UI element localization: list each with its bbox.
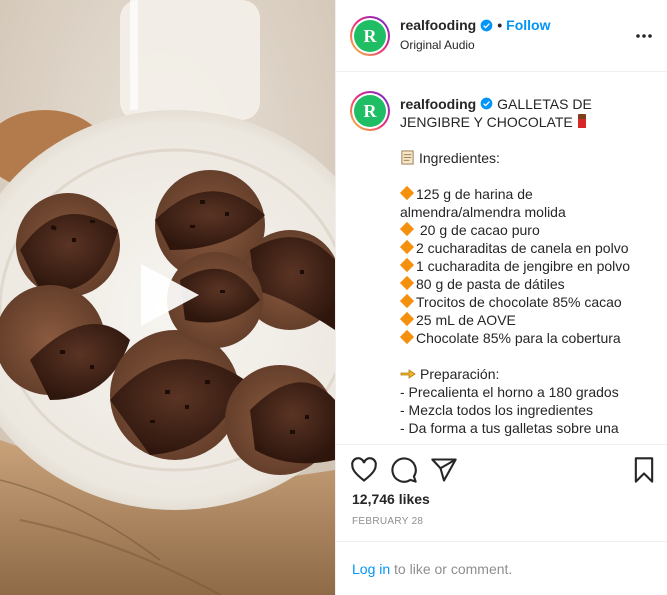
login-bar: Log in to like or comment.	[336, 541, 667, 595]
play-button[interactable]	[137, 262, 201, 328]
action-bar	[336, 446, 667, 496]
orange-diamond-icon	[399, 221, 415, 237]
username[interactable]: realfooding	[400, 17, 476, 33]
share-icon[interactable]	[430, 456, 458, 484]
orange-diamond-icon	[399, 275, 415, 291]
play-icon	[141, 264, 199, 326]
orange-diamond-icon	[399, 311, 415, 327]
orange-diamond-icon	[399, 185, 415, 201]
login-prompt: to like or comment.	[390, 561, 513, 577]
caption-avatar[interactable]: R	[350, 91, 390, 131]
post-media[interactable]	[0, 0, 335, 595]
avatar-letter: R	[363, 100, 377, 121]
ingredient-item: 2 cucharaditas de canela en polvo	[399, 239, 650, 257]
step-item: - Mezcla todos los ingredientes	[400, 402, 593, 418]
follow-button[interactable]: Follow	[506, 17, 550, 33]
step-item: - Da forma a tus galletas sobre una	[400, 420, 619, 436]
comment-icon[interactable]	[390, 456, 418, 484]
avatar[interactable]: R	[350, 16, 390, 56]
memo-icon	[401, 150, 414, 165]
audio-label[interactable]: Original Audio	[400, 38, 475, 52]
ingredient-item: Trocitos de chocolate 85% cacao	[399, 293, 650, 311]
ingredient-item: 1 cucharadita de jengibre en polvo	[399, 257, 650, 275]
step-item: - Precalienta el horno a 180 grados	[400, 384, 619, 400]
bookmark-icon[interactable]	[630, 456, 658, 484]
caption-area[interactable]: R realfooding GALLETAS DE JENGIBRE Y CHO…	[336, 73, 667, 445]
preparation-heading: Preparación:	[420, 366, 500, 382]
pointing-hand-icon	[400, 369, 416, 379]
login-link[interactable]: Log in	[352, 561, 390, 577]
post-header: R realfooding • Follow Original Audio	[336, 0, 667, 72]
orange-diamond-icon	[399, 329, 415, 345]
ingredient-item: 20 g de cacao puro	[399, 221, 650, 239]
likes-count[interactable]: 12,746 likes	[352, 491, 430, 507]
chocolate-bar-icon	[577, 114, 586, 128]
caption-username[interactable]: realfooding	[400, 96, 476, 112]
orange-diamond-icon	[399, 257, 415, 273]
heart-icon[interactable]	[350, 456, 378, 484]
ingredient-item: 25 mL de AOVE	[399, 311, 650, 329]
separator-dot: •	[497, 17, 503, 33]
ingredients-heading: Ingredientes:	[419, 150, 500, 166]
orange-diamond-icon	[399, 239, 415, 255]
post-date[interactable]: FEBRUARY 28	[352, 516, 423, 527]
verified-badge-icon	[480, 19, 493, 31]
ingredient-item: Chocolate 85% para la cobertura	[399, 329, 650, 347]
ingredient-item: 125 g de harina de almendra/almendra mol…	[399, 185, 566, 220]
orange-diamond-icon	[399, 293, 415, 309]
avatar-letter: R	[363, 25, 377, 46]
ingredient-item: 80 g de pasta de dátiles	[399, 275, 650, 293]
verified-badge-icon	[480, 97, 493, 110]
post-panel: R realfooding • Follow Original Audio R …	[335, 0, 667, 595]
more-options-icon[interactable]	[634, 26, 654, 46]
caption: realfooding GALLETAS DE JENGIBRE Y CHOCO…	[399, 95, 650, 437]
